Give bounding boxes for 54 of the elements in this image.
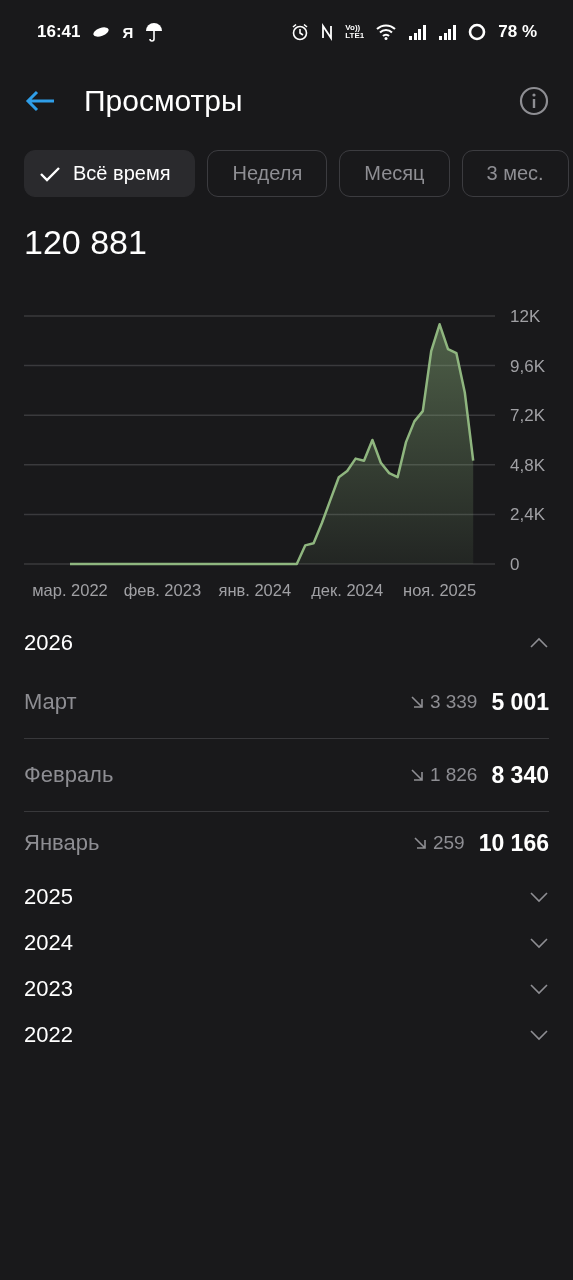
wifi-icon: [376, 24, 397, 40]
axis-label: дек. 2024: [311, 581, 384, 599]
axis-label: 4,8K: [510, 455, 545, 475]
carrier-letter: Я: [122, 23, 134, 41]
views-change: 3 339: [429, 691, 478, 713]
axis-label: 7,2K: [510, 406, 545, 426]
volte-label: Vo)) LTE1: [345, 24, 365, 40]
year-label: 2026: [24, 630, 73, 656]
battery-ring-icon: [468, 23, 487, 41]
down-right-arrow-icon: [412, 836, 427, 850]
views-change: 1 826: [429, 764, 478, 786]
year-label: 2024: [24, 930, 73, 956]
month-name: Январь: [24, 830, 100, 856]
page-title: Просмотры: [84, 84, 244, 118]
axis-label: ноя. 2025: [403, 581, 477, 599]
period-tab[interactable]: Месяц: [339, 150, 450, 197]
period-tab[interactable]: Неделя: [207, 150, 328, 197]
month-views: 5 001: [491, 688, 549, 716]
period-tab[interactable]: 3 мес.: [461, 150, 569, 197]
axis-label: 9,6K: [510, 356, 545, 376]
axis-label: 12K: [510, 307, 541, 326]
back-arrow-icon[interactable]: [24, 89, 56, 113]
year-label: 2022: [24, 1022, 73, 1048]
leaf-icon: [92, 26, 111, 38]
axis-label: фев. 2023: [123, 581, 202, 599]
month-views: 10 166: [478, 829, 549, 857]
axis-label: мар. 2022: [32, 581, 108, 599]
month-name: Февраль: [24, 762, 114, 788]
signal-icon: [438, 24, 457, 40]
year-label: 2023: [24, 976, 73, 1002]
battery-percent: 78 %: [498, 22, 537, 42]
month-views: 8 340: [491, 761, 549, 789]
chevron-icon[interactable]: [529, 891, 549, 903]
chevron-icon[interactable]: [529, 983, 549, 995]
chevron-icon[interactable]: [529, 1029, 549, 1041]
month-name: Март: [24, 689, 77, 715]
total-views: 120 881: [23, 222, 148, 262]
axis-label: 0: [510, 555, 520, 574]
nfc-icon: [321, 23, 334, 41]
axis-label: янв. 2024: [218, 581, 292, 599]
umbrella-icon: [145, 22, 164, 42]
alarm-icon: [291, 23, 310, 41]
status-time: 16:41: [37, 22, 81, 42]
check-icon: [39, 165, 61, 182]
signal-icon: [408, 24, 427, 40]
chevron-icon[interactable]: [529, 937, 549, 949]
down-right-arrow-icon: [409, 695, 424, 709]
period-tab[interactable]: Всё время: [24, 150, 196, 197]
views-change: 259: [432, 832, 465, 854]
year-label: 2025: [24, 884, 73, 910]
chevron-icon[interactable]: [529, 637, 549, 649]
down-right-arrow-icon: [409, 768, 424, 782]
axis-label: 2,4K: [510, 505, 545, 525]
info-icon[interactable]: [519, 86, 549, 116]
